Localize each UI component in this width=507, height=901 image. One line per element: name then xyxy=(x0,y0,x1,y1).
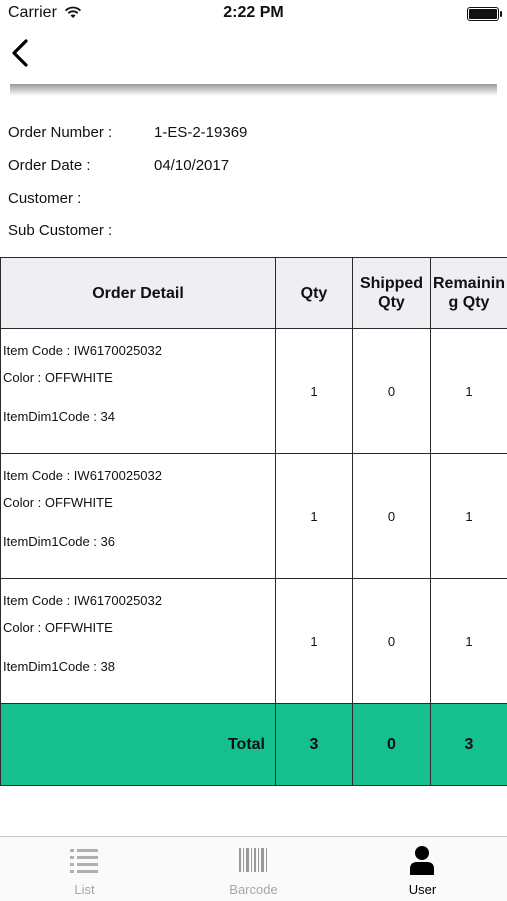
clock: 2:22 PM xyxy=(0,4,507,22)
item-code: Item Code : IW6170025032 xyxy=(1,579,275,618)
item-color: Color : OFFWHITE xyxy=(1,493,275,532)
remaining-qty-cell: 1 xyxy=(431,329,507,454)
user-icon xyxy=(407,845,437,875)
tab-user-label: User xyxy=(338,882,507,897)
item-dim-code: ItemDim1Code : 36 xyxy=(1,532,275,571)
chevron-left-icon xyxy=(8,36,38,72)
status-bar: Carrier 2:22 PM xyxy=(0,0,507,26)
header-remaining-qty: Remaining Qty xyxy=(431,258,507,329)
tab-bar: List Barcode User xyxy=(0,836,507,901)
item-color: Color : OFFWHITE xyxy=(1,368,275,407)
list-icon xyxy=(69,847,99,873)
total-label: Total xyxy=(1,704,276,786)
item-code: Item Code : IW6170025032 xyxy=(1,454,275,493)
tab-barcode[interactable]: Barcode xyxy=(169,837,338,901)
table-row: Item Code : IW6170025032 Color : OFFWHIT… xyxy=(1,454,507,579)
order-date-value: 04/10/2017 xyxy=(154,157,229,174)
tab-list-label: List xyxy=(0,882,169,897)
order-detail-cell: Item Code : IW6170025032 Color : OFFWHIT… xyxy=(1,579,276,704)
tab-user[interactable]: User xyxy=(338,837,507,901)
total-remaining-qty: 3 xyxy=(431,704,507,786)
order-date-label: Order Date : xyxy=(8,157,91,174)
header-qty: Qty xyxy=(276,258,353,329)
total-shipped-qty: 0 xyxy=(353,704,431,786)
qty-cell: 1 xyxy=(276,454,353,579)
battery-icon xyxy=(467,7,499,21)
shipped-qty-cell: 0 xyxy=(353,579,431,704)
nav-shadow xyxy=(10,84,497,96)
total-row: Total 3 0 3 xyxy=(1,704,507,786)
barcode-icon xyxy=(238,847,268,873)
table-header-row: Order Detail Qty Shipped Qty Remaining Q… xyxy=(1,258,507,329)
remaining-qty-cell: 1 xyxy=(431,579,507,704)
shipped-qty-cell: 0 xyxy=(353,454,431,579)
table-row: Item Code : IW6170025032 Color : OFFWHIT… xyxy=(1,579,507,704)
qty-cell: 1 xyxy=(276,579,353,704)
order-detail-cell: Item Code : IW6170025032 Color : OFFWHIT… xyxy=(1,454,276,579)
order-number-label: Order Number : xyxy=(8,124,112,141)
sub-customer-label: Sub Customer : xyxy=(8,222,112,239)
shipped-qty-cell: 0 xyxy=(353,329,431,454)
customer-label: Customer : xyxy=(8,190,81,207)
order-number-value: 1-ES-2-19369 xyxy=(154,124,247,141)
navigation-bar xyxy=(0,26,507,84)
header-shipped-qty: Shipped Qty xyxy=(353,258,431,329)
remaining-qty-cell: 1 xyxy=(431,454,507,579)
header-order-detail: Order Detail xyxy=(1,258,276,329)
item-code: Item Code : IW6170025032 xyxy=(1,329,275,368)
qty-cell: 1 xyxy=(276,329,353,454)
back-button[interactable] xyxy=(8,36,38,72)
total-qty: 3 xyxy=(276,704,353,786)
table-row: Item Code : IW6170025032 Color : OFFWHIT… xyxy=(1,329,507,454)
item-color: Color : OFFWHITE xyxy=(1,618,275,657)
item-dim-code: ItemDim1Code : 38 xyxy=(1,657,275,696)
tab-list[interactable]: List xyxy=(0,837,169,901)
order-detail-cell: Item Code : IW6170025032 Color : OFFWHIT… xyxy=(1,329,276,454)
order-detail-table: Order Detail Qty Shipped Qty Remaining Q… xyxy=(0,257,507,786)
tab-barcode-label: Barcode xyxy=(169,882,338,897)
item-dim-code: ItemDim1Code : 34 xyxy=(1,407,275,446)
